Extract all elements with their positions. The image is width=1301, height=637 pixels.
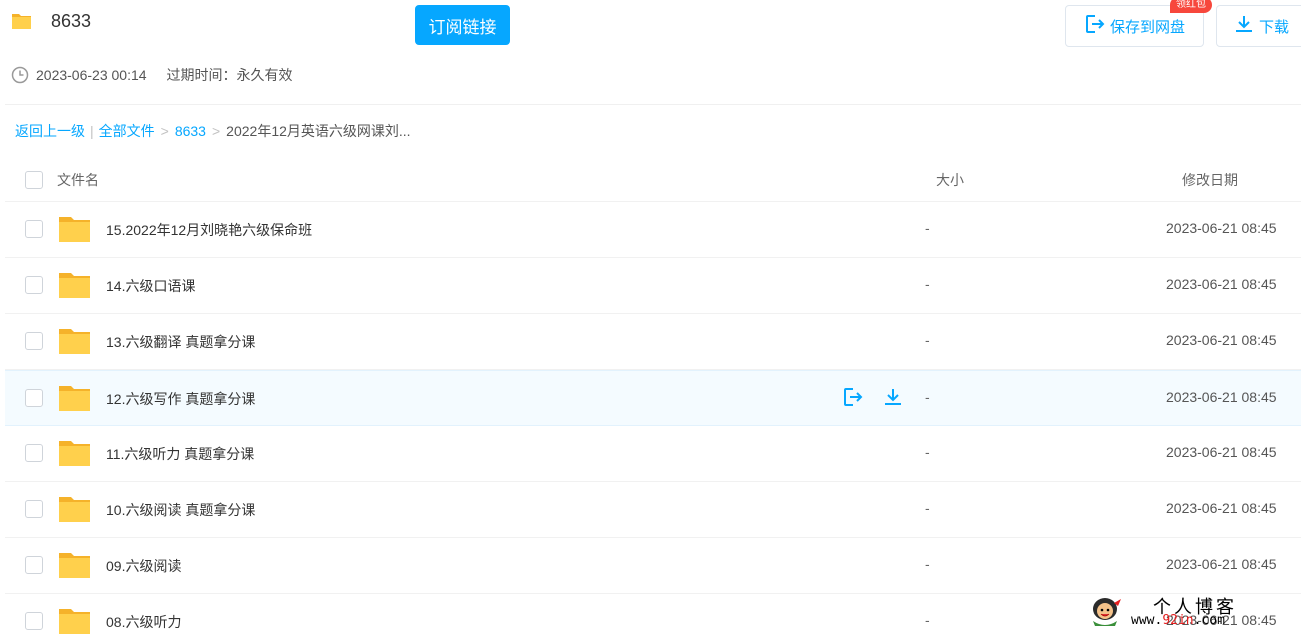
file-name[interactable]: 10.六级阅读 真题拿分课 [106,500,255,520]
file-size: - [925,276,930,292]
table-row[interactable]: 15.2022年12月刘晓艳六级保命班 - 2023-06-21 08:45 [5,202,1301,258]
folder-icon [58,439,91,467]
created-time: 2023-06-23 00:14 [36,67,147,83]
file-size: - [925,612,930,628]
divider [5,104,1301,105]
download-button[interactable]: 下载 [1216,5,1301,47]
file-date: 2023-06-21 08:45 [1166,220,1277,236]
breadcrumb-separator: > [160,123,169,139]
save-to-disk-label: 保存到网盘 [1109,18,1185,36]
clock-icon [11,66,29,84]
folder-icon [58,327,91,355]
subscribe-button[interactable]: 订阅链接 [415,5,510,45]
folder-icon [58,384,91,412]
page-title: 8633 [51,11,92,31]
folder-icon [58,271,91,299]
file-date: 2023-06-21 08:45 [1166,332,1277,348]
file-size: - [925,389,930,405]
expire-value: 永久有效 [236,67,293,83]
blog-watermark: 个人博客 www.92in.com [1087,593,1287,633]
row-checkbox[interactable] [25,276,43,294]
file-size: - [925,500,930,516]
column-header-name[interactable]: 文件名 [57,170,99,190]
row-checkbox[interactable] [25,612,43,630]
row-checkbox[interactable] [25,444,43,462]
column-header-size[interactable]: 大小 [936,170,964,190]
folder-icon [58,215,91,243]
row-actions [842,386,904,408]
file-list: 15.2022年12月刘晓艳六级保命班 - 2023-06-21 08:45 1… [5,202,1301,637]
file-date: 2023-06-21 08:45 [1166,276,1277,292]
download-icon[interactable] [882,386,904,408]
file-name[interactable]: 12.六级写作 真题拿分课 [106,389,255,409]
folder-icon [11,12,32,30]
table-row[interactable]: 13.六级翻译 真题拿分课 - 2023-06-21 08:45 [5,314,1301,370]
watermark-url-accent: 92in [1162,613,1194,628]
table-row[interactable]: 09.六级阅读 - 2023-06-21 08:45 [5,538,1301,594]
back-link[interactable]: 返回上一级 [15,121,85,141]
file-date: 2023-06-21 08:45 [1166,389,1277,405]
file-name[interactable]: 15.2022年12月刘晓艳六级保命班 [106,220,312,240]
row-checkbox[interactable] [25,220,43,238]
folder-icon [58,551,91,579]
breadcrumb-level1[interactable]: 8633 [175,123,206,139]
all-files-link[interactable]: 全部文件 [99,121,155,141]
share-meta: 2023-06-23 00:14 过期时间： 永久有效 [11,64,293,86]
file-size: - [925,444,930,460]
file-name[interactable]: 14.六级口语课 [106,276,195,296]
mascot-icon [1087,595,1123,627]
download-icon [1233,13,1255,39]
file-name[interactable]: 11.六级听力 真题拿分课 [106,444,254,464]
save-to-disk-icon [1084,13,1106,39]
table-row[interactable]: 12.六级写作 真题拿分课 - 2023-06-21 08:45 [5,370,1301,426]
folder-icon [58,607,91,635]
file-name[interactable]: 09.六级阅读 [106,556,181,576]
file-size: - [925,332,930,348]
file-date: 2023-06-21 08:45 [1166,556,1277,572]
expire-label: 过期时间： [166,67,237,83]
file-date: 2023-06-21 08:45 [1166,500,1277,516]
watermark-url: www.92in.com [1131,613,1225,628]
file-date: 2023-06-21 08:45 [1166,444,1277,460]
top-bar: 8633 订阅链接 保存到网盘 领红包 下载 [0,0,1301,50]
file-size: - [925,556,930,572]
table-row[interactable]: 14.六级口语课 - 2023-06-21 08:45 [5,258,1301,314]
row-checkbox[interactable] [25,389,43,407]
save-to-disk-icon[interactable] [842,386,864,408]
file-size: - [925,220,930,236]
table-row[interactable]: 11.六级听力 真题拿分课 - 2023-06-21 08:45 [5,426,1301,482]
breadcrumb-bar: | [90,123,94,139]
breadcrumb-current: 2022年12月英语六级网课刘... [226,123,411,139]
breadcrumb: 返回上一级 | 全部文件 > 8633 > 2022年12月英语六级网课刘... [15,121,411,141]
watermark-url-prefix: www. [1131,613,1163,628]
file-name[interactable]: 08.六级听力 [106,612,181,632]
download-label: 下载 [1259,18,1290,36]
breadcrumb-separator: > [211,123,221,139]
watermark-url-suffix: .com [1193,613,1225,628]
column-header-date[interactable]: 修改日期 [1182,170,1238,190]
red-packet-badge[interactable]: 领红包 [1170,0,1212,13]
folder-icon [58,495,91,523]
table-header: 文件名 大小 修改日期 [5,158,1301,202]
file-name[interactable]: 13.六级翻译 真题拿分课 [106,332,255,352]
row-checkbox[interactable] [25,500,43,518]
row-checkbox[interactable] [25,556,43,574]
table-row[interactable]: 10.六级阅读 真题拿分课 - 2023-06-21 08:45 [5,482,1301,538]
select-all-checkbox[interactable] [25,171,43,189]
row-checkbox[interactable] [25,332,43,350]
